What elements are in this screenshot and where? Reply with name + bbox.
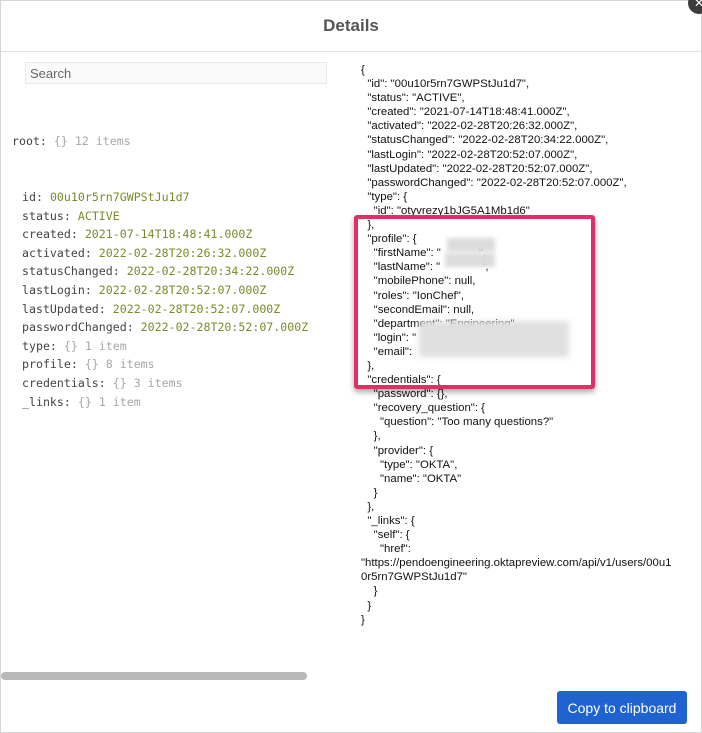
tree-row[interactable]: _links: {} 1 item [12, 393, 308, 412]
tree-row-key: type: [22, 338, 57, 353]
tree-row-key: lastLogin: [22, 282, 92, 297]
tree-root-meta: {} 12 items [53, 134, 131, 149]
tree-row[interactable]: profile: {} 8 items [12, 355, 308, 374]
tree-row: statusChanged: 2022-02-28T20:34:22.000Z [12, 262, 308, 281]
tree-row: lastUpdated: 2022-02-28T20:52:07.000Z [12, 300, 308, 319]
tree-row-value: 2022-02-28T20:26:32.000Z [98, 245, 267, 260]
tree-row-value: ACTIVE [77, 208, 120, 223]
tree-row-value: 2022-02-28T20:52:07.000Z [98, 282, 267, 297]
tree-row-key: activated: [22, 245, 92, 260]
tree-row[interactable]: type: {} 1 item [12, 337, 308, 356]
tree-row-value: {} 3 items [112, 375, 183, 390]
tree-row-value: {} 1 item [77, 394, 141, 409]
tree-row: passwordChanged: 2022-02-28T20:52:07.000… [12, 318, 308, 337]
tree-row: created: 2021-07-14T18:48:41.000Z [12, 225, 308, 244]
json-tree-view: root: {} 12 items id: 00u10r5rn7GWPStJu1… [12, 95, 308, 448]
tree-row-key: passwordChanged: [22, 320, 134, 335]
tree-row-key: lastUpdated: [22, 301, 106, 316]
tree-row-key: id: [22, 189, 43, 204]
tree-row-key: credentials: [22, 375, 106, 390]
tree-row-value: 2021-07-14T18:48:41.000Z [84, 227, 253, 242]
tree-row-key: created: [22, 227, 78, 242]
tree-row-key: status: [22, 208, 71, 223]
tree-row[interactable]: credentials: {} 3 items [12, 374, 308, 393]
tree-row-key: statusChanged: [22, 264, 120, 279]
tree-row: id: 00u10r5rn7GWPStJu1d7 [12, 188, 308, 207]
tree-row-value: 2022-02-28T20:34:22.000Z [126, 264, 295, 279]
tree-row: lastLogin: 2022-02-28T20:52:07.000Z [12, 281, 308, 300]
dialog-title: Details [323, 16, 379, 35]
tree-root-key: root: [12, 134, 47, 149]
tree-row-value: {} 8 items [84, 357, 155, 372]
tree-row-value: 00u10r5rn7GWPStJu1d7 [49, 189, 190, 204]
copy-to-clipboard-button[interactable]: Copy to clipboard [557, 691, 687, 724]
dialog-header: Details [1, 1, 701, 52]
horizontal-scrollbar[interactable] [1, 672, 307, 680]
profile-highlight-box [354, 215, 595, 389]
tree-row-key: profile: [22, 357, 78, 372]
details-dialog: Details root: {} 12 items id: 00u10r5rn7… [0, 0, 702, 733]
search-input[interactable] [25, 62, 327, 84]
tree-row-value: {} 1 item [63, 338, 127, 353]
tree-row-value: 2022-02-28T20:52:07.000Z [140, 320, 309, 335]
tree-root-row[interactable]: root: {} 12 items [12, 132, 308, 151]
tree-row: status: ACTIVE [12, 207, 308, 226]
tree-row-key: _links: [22, 394, 71, 409]
tree-row: activated: 2022-02-28T20:26:32.000Z [12, 244, 308, 263]
tree-row-value: 2022-02-28T20:52:07.000Z [112, 301, 281, 316]
